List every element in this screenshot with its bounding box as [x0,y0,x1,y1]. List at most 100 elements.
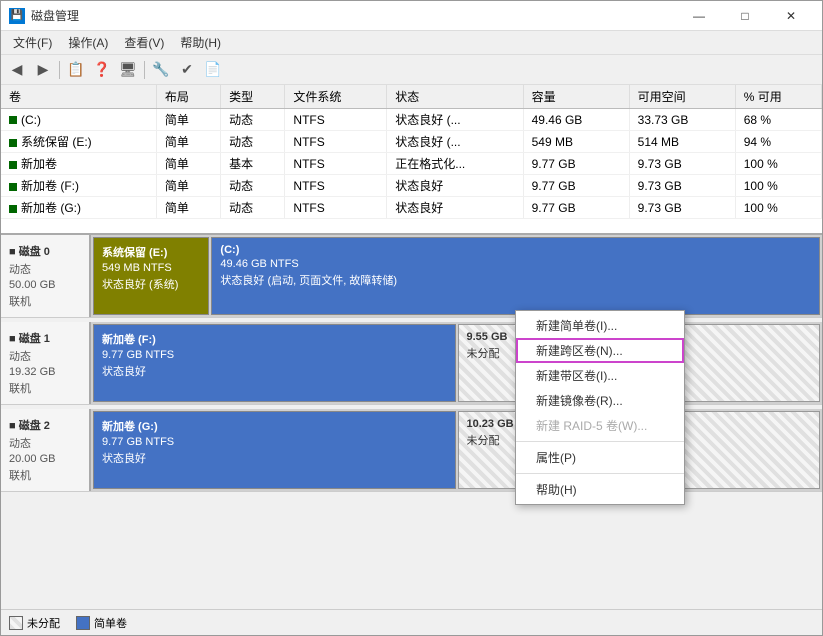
maximize-button[interactable]: □ [722,1,768,31]
toolbar-btn5[interactable]: ✔ [175,59,199,81]
partition[interactable]: (C:) 49.46 GB NTFS 状态良好 (启动, 页面文件, 故障转储) [211,237,820,315]
disk-map: ■ 磁盘 0 动态 50.00 GB 联机 系统保留 (E:) 549 MB N… [1,235,822,609]
main-window: 💾 磁盘管理 — □ ✕ 文件(F) 操作(A) 查看(V) 帮助(H) ◀ ▶… [0,0,823,636]
table-row[interactable]: 新加卷 (F:) 简单 动态 NTFS 状态良好 9.77 GB 9.73 GB… [1,175,822,197]
disk-icon [9,116,17,124]
toolbar-btn1[interactable]: 📋 [64,59,88,81]
cell-layout: 简单 [156,197,220,219]
partition-status: 状态良好 (系统) [102,276,200,292]
disk-label-2: ■ 磁盘 2 动态 20.00 GB 联机 [1,409,91,491]
partition[interactable]: 新加卷 (F:) 9.77 GB NTFS 状态良好 [93,324,456,402]
disk-icon [9,161,17,169]
cell-layout: 简单 [156,131,220,153]
cell-capacity: 549 MB [523,131,629,153]
toolbar: ◀ ▶ 📋 ❓ 🖥 🔧 ✔ 📄 [1,55,822,85]
partition[interactable]: 新加卷 (G:) 9.77 GB NTFS 状态良好 [93,411,456,489]
legend-simple-box [76,616,90,630]
title-buttons: — □ ✕ [676,1,814,31]
menu-view[interactable]: 查看(V) [116,32,172,53]
cell-fs: NTFS [285,175,387,197]
cell-status: 状态良好 [387,197,523,219]
col-type: 类型 [221,85,285,109]
disk-map-wrapper: ■ 磁盘 0 动态 50.00 GB 联机 系统保留 (E:) 549 MB N… [1,235,822,609]
cell-pct: 100 % [735,175,821,197]
disk-type: 动态 [9,348,81,364]
cell-type: 动态 [221,131,285,153]
col-status: 状态 [387,85,523,109]
menu-action[interactable]: 操作(A) [60,32,116,53]
partition-size: 549 MB NTFS [102,262,200,274]
menu-file[interactable]: 文件(F) [5,32,60,53]
cell-capacity: 49.46 GB [523,109,629,131]
col-free: 可用空间 [629,85,735,109]
col-layout: 布局 [156,85,220,109]
ctx-new-mirror[interactable]: 新建镜像卷(R)... [516,388,684,413]
cell-pct: 100 % [735,197,821,219]
toolbar-separator-2 [144,61,145,79]
ctx-new-spanned[interactable]: 新建跨区卷(N)... [516,338,684,363]
ctx-new-simple[interactable]: 新建简单卷(I)... [516,313,684,338]
toolbar-btn6[interactable]: 📄 [201,59,225,81]
legend-simple-label: 简单卷 [94,615,127,631]
disk-name: ■ 磁盘 0 [9,243,81,259]
toolbar-forward[interactable]: ▶ [31,59,55,81]
cell-type: 基本 [221,153,285,175]
toolbar-back[interactable]: ◀ [5,59,29,81]
cell-vol: 新加卷 (G:) [1,197,156,219]
window-title: 磁盘管理 [31,7,79,24]
table-row[interactable]: (C:) 简单 动态 NTFS 状态良好 (... 49.46 GB 33.73… [1,109,822,131]
context-menu[interactable]: 新建简单卷(I)... 新建跨区卷(N)... 新建带区卷(I)... 新建镜像… [515,310,685,505]
disk-status: 联机 [9,380,81,396]
col-pct: % 可用 [735,85,821,109]
cell-status: 状态良好 [387,175,523,197]
disk-name: ■ 磁盘 2 [9,417,81,433]
col-vol: 卷 [1,85,156,109]
toolbar-btn3[interactable]: 🖥 [116,59,140,81]
cell-capacity: 9.77 GB [523,197,629,219]
minimize-button[interactable]: — [676,1,722,31]
disk-status: 联机 [9,467,81,483]
title-bar-left: 💾 磁盘管理 [9,7,79,24]
cell-free: 9.73 GB [629,175,735,197]
disk-partitions-1: 新加卷 (F:) 9.77 GB NTFS 状态良好 9.55 GB 未分配 [91,322,822,404]
cell-vol: 新加卷 (F:) [1,175,156,197]
toolbar-btn4[interactable]: 🔧 [149,59,173,81]
cell-type: 动态 [221,175,285,197]
cell-status: 状态良好 (... [387,131,523,153]
cell-fs: NTFS [285,131,387,153]
cell-vol: 新加卷 [1,153,156,175]
partition-status: 状态良好 (启动, 页面文件, 故障转储) [220,272,811,288]
cell-layout: 简单 [156,153,220,175]
ctx-help[interactable]: 帮助(H) [516,477,684,502]
cell-free: 9.73 GB [629,153,735,175]
table-row[interactable]: 系统保留 (E:) 简单 动态 NTFS 状态良好 (... 549 MB 51… [1,131,822,153]
partition-size: 9.77 GB NTFS [102,436,447,448]
table-row[interactable]: 新加卷 (G:) 简单 动态 NTFS 状态良好 9.77 GB 9.73 GB… [1,197,822,219]
disk-row: ■ 磁盘 0 动态 50.00 GB 联机 系统保留 (E:) 549 MB N… [1,235,822,318]
cell-status: 正在格式化... [387,153,523,175]
table-row[interactable]: 新加卷 简单 基本 NTFS 正在格式化... 9.77 GB 9.73 GB … [1,153,822,175]
cell-vol: 系统保留 (E:) [1,131,156,153]
ctx-properties[interactable]: 属性(P) [516,445,684,470]
status-bar: 未分配 简单卷 [1,609,822,635]
ctx-new-raid5: 新建 RAID-5 卷(W)... [516,413,684,438]
cell-capacity: 9.77 GB [523,175,629,197]
cell-layout: 简单 [156,109,220,131]
disk-icon [9,183,17,191]
ctx-new-striped[interactable]: 新建带区卷(I)... [516,363,684,388]
disk-status: 联机 [9,293,81,309]
disk-row: ■ 磁盘 1 动态 19.32 GB 联机 新加卷 (F:) 9.77 GB N… [1,322,822,405]
partition-status: 状态良好 [102,363,447,379]
toolbar-btn2[interactable]: ❓ [90,59,114,81]
close-button[interactable]: ✕ [768,1,814,31]
disk-icon [9,139,17,147]
partition-name: 系统保留 (E:) [102,244,200,260]
cell-layout: 简单 [156,175,220,197]
partition[interactable]: 系统保留 (E:) 549 MB NTFS 状态良好 (系统) [93,237,209,315]
partition-status: 状态良好 [102,450,447,466]
menu-help[interactable]: 帮助(H) [172,32,229,53]
cell-capacity: 9.77 GB [523,153,629,175]
cell-type: 动态 [221,109,285,131]
menu-bar: 文件(F) 操作(A) 查看(V) 帮助(H) [1,31,822,55]
cell-vol: (C:) [1,109,156,131]
